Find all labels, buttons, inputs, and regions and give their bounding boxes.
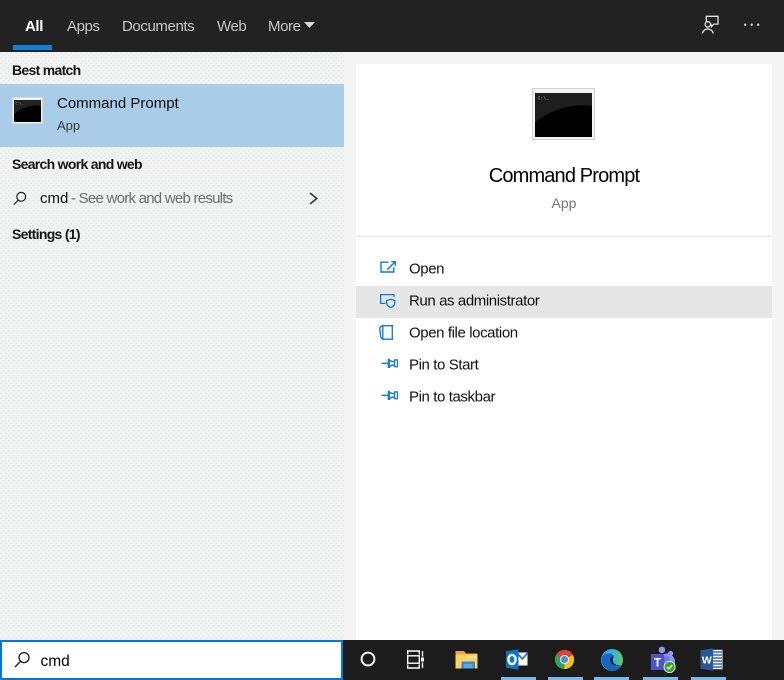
svg-text:C:\_: C:\_: [538, 96, 550, 102]
svg-text:W: W: [702, 655, 712, 667]
svg-text:T: T: [654, 656, 662, 670]
svg-text:C:\_: C:\_: [16, 102, 24, 106]
